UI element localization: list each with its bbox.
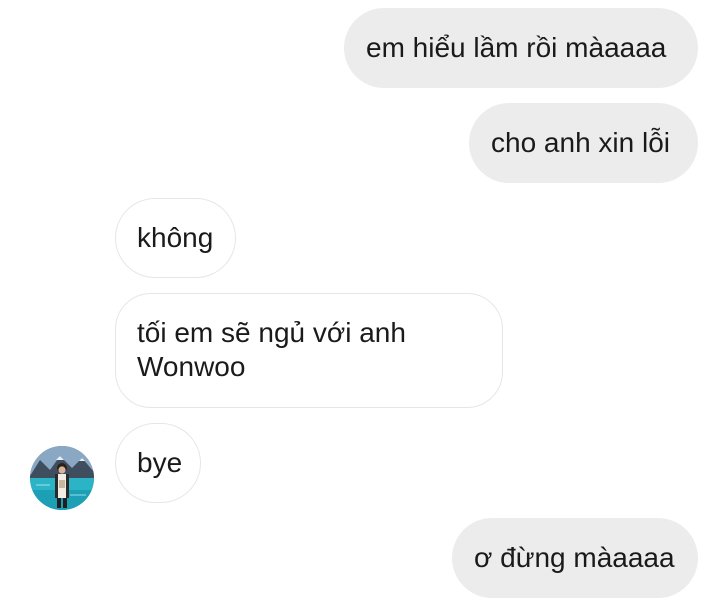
sent-message-bubble[interactable]: cho anh xin lỗi bbox=[469, 103, 698, 183]
contact-avatar[interactable] bbox=[30, 446, 94, 510]
profile-photo-icon bbox=[30, 446, 94, 510]
received-message-bubble[interactable]: không bbox=[115, 198, 236, 278]
received-message-bubble[interactable]: bye bbox=[115, 423, 201, 503]
sent-message-bubble[interactable]: em hiểu lầm rồi màaaaa bbox=[344, 8, 698, 88]
received-message-bubble[interactable]: tối em sẽ ngủ với anh Wonwoo bbox=[115, 293, 503, 408]
sent-message-bubble[interactable]: ơ đừng màaaaa bbox=[452, 518, 698, 598]
chat-thread: em hiểu lầm rồi màaaaa cho anh xin lỗi k… bbox=[0, 0, 720, 608]
